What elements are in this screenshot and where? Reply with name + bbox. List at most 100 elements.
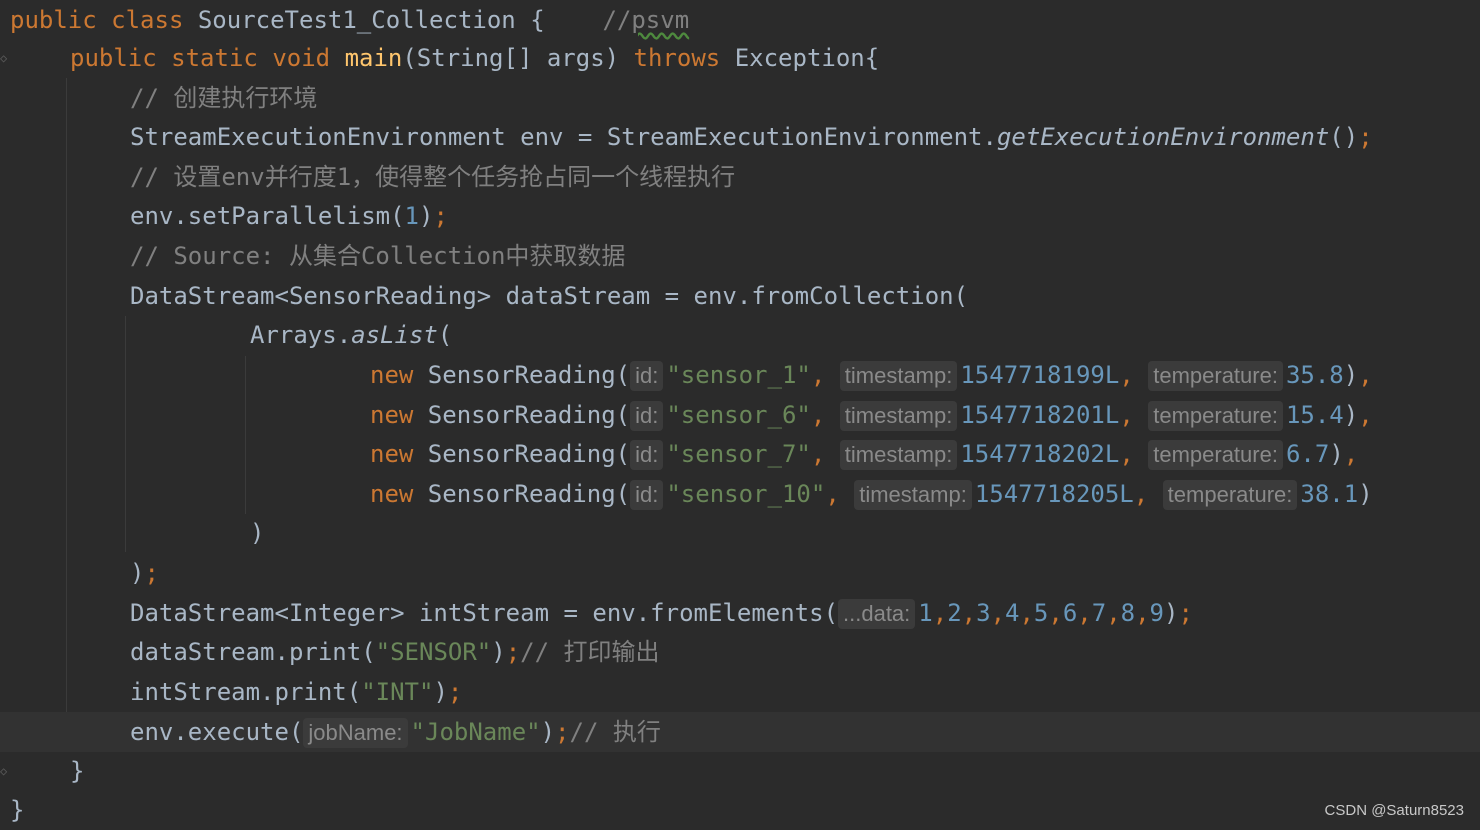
param-hint: ...data: [838,599,916,629]
comment: // 执行 [569,718,661,746]
constructor: SensorReading( [413,361,631,389]
comma: , [1358,401,1373,429]
string-literal: "sensor_1" [666,361,811,389]
number-literal: 8 [1120,599,1136,627]
string-literal: "sensor_7" [666,440,811,468]
semicolon: ; [505,638,521,666]
class-ref: Arrays. [250,321,352,349]
param-hint: timestamp: [839,440,958,470]
code-line: DataStream<Integer> intStream = env.from… [130,593,1193,633]
statement: DataStream<Integer> intStream = env.from… [130,599,839,627]
keyword: public [10,6,97,34]
code-line: DataStream<SensorReading> dataStream = e… [130,276,968,316]
number-literal: 6 [1062,599,1078,627]
paren: ) [1358,480,1373,508]
indent-guide [66,78,67,750]
static-method: asList [351,321,438,349]
constructor: SensorReading( [413,440,631,468]
comma: , [1077,599,1092,627]
statement: env.setParallelism( [130,202,405,230]
code-line: Arrays.asList( [250,315,452,355]
watermark: CSDN @Saturn8523 [1324,802,1464,819]
number-literal: 1547718199L [960,361,1120,389]
method-name: main [344,44,403,72]
keyword: new [370,480,414,508]
number-literal: 2 [947,599,962,627]
param-hint: id: [630,361,664,391]
statement: StreamExecutionEnvironment env = StreamE… [130,123,997,151]
param-hint: timestamp: [854,480,972,510]
semicolon: ; [1178,599,1193,627]
semicolon: ; [433,202,448,230]
number-literal: 38.1 [1300,480,1359,508]
constructor: SensorReading( [413,480,631,508]
number-literal: 1547718205L [974,480,1134,508]
comma: , [932,599,948,627]
comma: , [1106,599,1121,627]
code-line: // 创建执行环境 [130,78,317,118]
paren: ) [1164,599,1179,627]
statement: env.execute( [130,718,304,746]
statement: intStream.print( [130,678,362,706]
code-line: } [70,751,84,791]
paren: ) [1329,440,1344,468]
param-hint: temperature: [1162,480,1298,510]
fold-marker-icon[interactable]: ◇ [0,763,10,779]
comma: , [1019,599,1034,627]
paren: ) [130,559,145,587]
semicolon: ; [144,559,159,587]
number-literal: 35.8 [1285,361,1344,389]
keyword: void [272,44,331,72]
string-literal: "JobName" [410,718,541,746]
number-literal: 9 [1149,599,1164,627]
code-line: ) [250,513,264,553]
indent-guide [245,356,246,514]
string-literal: "SENSOR" [375,638,492,666]
comment: // 打印输出 [520,638,660,666]
keyword: new [370,361,414,389]
statement: DataStream<SensorReading> dataStream = e… [130,282,969,310]
fold-marker-icon[interactable]: ◇ [0,50,10,66]
code-line: new SensorReading(id: "sensor_7", timesta… [370,434,1358,474]
keyword: new [370,401,414,429]
paren: ) [1343,361,1359,389]
comma: , [1343,440,1359,468]
keyword: class [111,6,184,34]
string-literal: "sensor_6" [666,401,811,429]
comma: , [1135,599,1150,627]
number-literal: 7 [1091,599,1107,627]
keyword: public [70,44,157,72]
brace: } [10,796,25,824]
comma: , [1048,599,1063,627]
comma: , [825,480,855,508]
code-line: new SensorReading(id: "sensor_6", timesta… [370,395,1373,435]
comma: , [961,599,977,627]
exception-type: Exception{ [720,44,880,72]
keyword: static [171,44,258,72]
semicolon: ; [555,718,570,746]
comma: , [1119,401,1149,429]
code-line: new SensorReading(id: "sensor_10", timest… [370,474,1373,514]
number-literal: 6.7 [1285,440,1330,468]
comma: , [990,599,1006,627]
number-literal: 5 [1033,599,1049,627]
number-literal: 1547718202L [960,440,1120,468]
number-literal: 1547718201L [960,401,1120,429]
semicolon: ; [447,678,463,706]
string-literal: "INT" [361,678,434,706]
comma: , [810,401,840,429]
comment: // 设置env并行度1，使得整个任务抢占同一个线程执行 [130,163,736,191]
code-line: // Source: 从集合Collection中获取数据 [130,236,625,276]
number-literal: 4 [1005,599,1020,627]
code-line: public static void main(String[] args) t… [70,38,879,78]
code-line: intStream.print("INT"); [130,672,462,712]
comma: , [1358,361,1373,389]
paren: ) [433,678,448,706]
number-literal: 1 [918,599,933,627]
statement: dataStream.print( [130,638,376,666]
brace: } [70,757,85,785]
keyword: throws [633,44,721,72]
comma: , [1133,480,1163,508]
code-editor[interactable]: ◇ ◇ public class SourceTest1_Collection … [0,0,1480,827]
paren: ) [1343,401,1359,429]
